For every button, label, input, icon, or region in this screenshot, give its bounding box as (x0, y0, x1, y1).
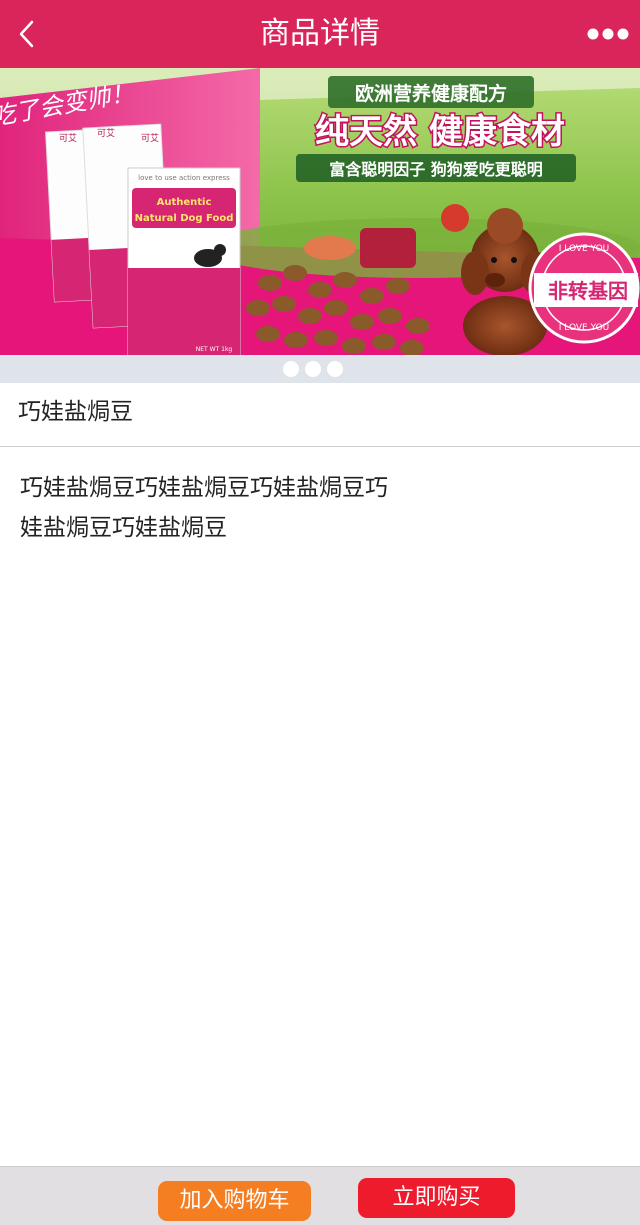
carousel-dot[interactable] (327, 361, 343, 377)
add-to-cart-button[interactable]: 加入购物车 (158, 1181, 311, 1221)
bag-brand: 可艾 (97, 128, 115, 139)
bag-brand: 可艾 (141, 133, 159, 144)
bottom-action-bar: 加入购物车 立即购买 (0, 1166, 640, 1225)
banner-headline: 纯天然 健康食材 (315, 112, 565, 152)
bag-weight: NET WT 1kg (196, 346, 233, 353)
banner-subline: 富含聪明因子 狗狗爱吃更聪明 (329, 160, 543, 179)
top-nav-bar: 商品详情 (0, 0, 640, 68)
product-title: 巧娃盐焗豆 (0, 383, 640, 447)
bag-title-line2: Natural Dog Food (135, 213, 234, 224)
bag-brand: 可艾 (59, 133, 77, 144)
carousel-dot[interactable] (283, 361, 299, 377)
bag-title-line1: Authentic (157, 197, 212, 208)
page-title: 商品详情 (260, 16, 380, 51)
buy-now-button[interactable]: 立即购买 (358, 1178, 515, 1218)
more-dots-icon[interactable] (586, 20, 630, 48)
product-image-carousel[interactable]: 欧洲营养健康配方 纯天然 健康食材 富含聪明因子 狗狗爱吃更聪明 吃了会变帅！ … (0, 68, 640, 355)
carousel-dot[interactable] (305, 361, 321, 377)
stamp-ring-text: I LOVE YOU (559, 244, 610, 254)
stamp-text: 非转基因 (548, 279, 628, 303)
bag-slogan: love to use action express (138, 174, 230, 182)
banner-image: 欧洲营养健康配方 纯天然 健康食材 富含聪明因子 狗狗爱吃更聪明 吃了会变帅！ … (0, 68, 640, 355)
product-description: 巧娃盐焗豆巧娃盐焗豆巧娃盐焗豆巧娃盐焗豆巧娃盐焗豆 (20, 475, 388, 541)
stamp-ring-text: I LOVE YOU (559, 323, 610, 333)
banner-tagline-top: 欧洲营养健康配方 (355, 82, 507, 105)
carousel-indicator (0, 355, 640, 383)
